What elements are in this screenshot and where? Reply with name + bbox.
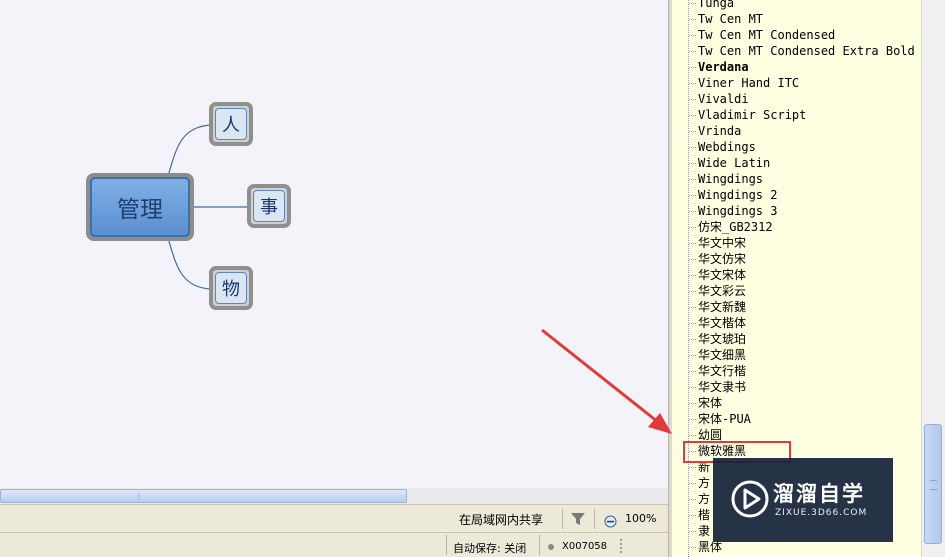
mindmap-child-node-people[interactable]: 人: [209, 102, 253, 146]
horizontal-scrollbar[interactable]: ⦙⦙: [0, 488, 668, 504]
font-list-item[interactable]: 华文细黑: [672, 347, 921, 363]
mindmap-root-node[interactable]: 管理: [86, 173, 194, 241]
zoom-level[interactable]: 100%: [625, 512, 656, 525]
watermark-url: ZIXUE.3D66.COM: [775, 508, 868, 518]
vertical-scrollbar[interactable]: [921, 0, 945, 557]
vertical-scrollbar-thumb[interactable]: [924, 424, 942, 544]
font-list-item[interactable]: Tw Cen MT Condensed Extra Bold: [672, 43, 921, 59]
font-list-item[interactable]: 华文隶书: [672, 379, 921, 395]
font-list-item[interactable]: 仿宋_GB2312: [672, 219, 921, 235]
font-list-item[interactable]: 华文行楷: [672, 363, 921, 379]
filter-icon[interactable]: [570, 511, 586, 527]
divider: [446, 535, 447, 555]
annotation-arrow-icon: [541, 328, 672, 434]
font-list-item[interactable]: Vivaldi: [672, 91, 921, 107]
font-list-item[interactable]: 华文楷体: [672, 315, 921, 331]
root-topic-label: 管理: [90, 177, 190, 237]
font-list-item[interactable]: 华文彩云: [672, 283, 921, 299]
font-list-item[interactable]: Vrinda: [672, 123, 921, 139]
font-list-item[interactable]: Tunga: [672, 0, 921, 11]
child-topic-label: 物: [215, 272, 247, 304]
resize-grip: [620, 539, 624, 553]
status-indicator-icon: [548, 544, 554, 550]
status-code: X007058: [562, 541, 608, 552]
font-list-item[interactable]: Vladimir Script: [672, 107, 921, 123]
font-list-item[interactable]: Tw Cen MT: [672, 11, 921, 27]
status-bar-bottom: 自动保存: 关闭 X007058: [0, 532, 668, 557]
play-logo-icon: [731, 480, 769, 518]
font-list-item[interactable]: Tw Cen MT Condensed: [672, 27, 921, 43]
divider: [562, 509, 563, 529]
font-list-item[interactable]: 华文宋体: [672, 267, 921, 283]
horizontal-scrollbar-thumb[interactable]: ⦙⦙: [0, 489, 407, 503]
child-topic-label: 人: [215, 108, 247, 140]
font-list-item[interactable]: 华文仿宋: [672, 251, 921, 267]
zoom-out-icon[interactable]: [604, 515, 617, 528]
scroll-grip-icon: [930, 480, 937, 490]
font-list-item[interactable]: Webdings: [672, 139, 921, 155]
font-list-item[interactable]: 华文中宋: [672, 235, 921, 251]
lan-share-status[interactable]: 在局域网内共享: [459, 511, 543, 528]
font-list-item[interactable]: Wingdings 2: [672, 187, 921, 203]
mindmap-child-node-things[interactable]: 物: [209, 266, 253, 310]
watermark-title: 溜溜自学: [773, 482, 865, 506]
font-list-item[interactable]: Verdana: [672, 59, 921, 75]
font-list-item[interactable]: Wingdings 3: [672, 203, 921, 219]
font-list-item[interactable]: Viner Hand ITC: [672, 75, 921, 91]
status-bar-top: 在局域网内共享 100%: [0, 504, 668, 532]
watermark: 溜溜自学 ZIXUE.3D66.COM: [713, 458, 893, 542]
divider: [594, 509, 595, 529]
mindmap-child-node-affairs[interactable]: 事: [247, 184, 291, 228]
font-list-item[interactable]: 华文新魏: [672, 299, 921, 315]
divider: [539, 535, 540, 555]
child-topic-label: 事: [253, 190, 285, 222]
scroll-grip-icon: ⦙⦙: [137, 492, 141, 501]
font-list-item[interactable]: 宋体: [672, 395, 921, 411]
font-list-item[interactable]: 宋体-PUA: [672, 411, 921, 427]
font-list-item[interactable]: 华文琥珀: [672, 331, 921, 347]
autosave-status[interactable]: 自动保存: 关闭: [453, 540, 526, 556]
font-list-item[interactable]: Wingdings: [672, 171, 921, 187]
font-list-item[interactable]: Wide Latin: [672, 155, 921, 171]
